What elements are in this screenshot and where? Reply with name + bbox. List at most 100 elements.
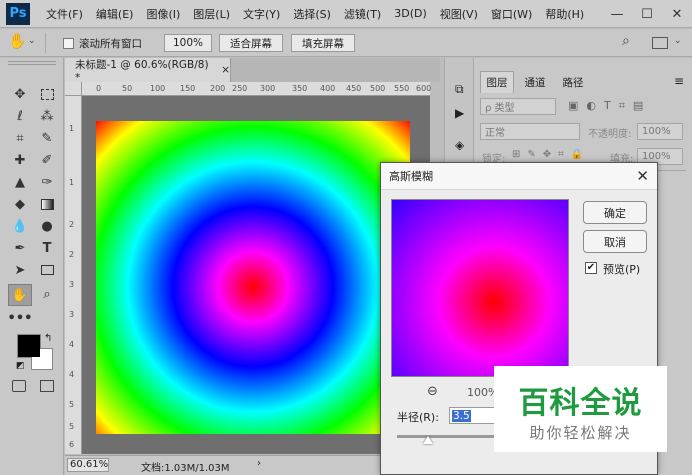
preview-checkbox[interactable]: ✔ (585, 262, 597, 274)
eraser-tool-icon[interactable]: ◆ (9, 194, 31, 214)
menu-edit[interactable]: 编辑(E) (96, 6, 134, 22)
tab-channels[interactable]: 通道 (518, 71, 552, 93)
fill-screen-button[interactable]: 填充屏幕 (291, 34, 355, 52)
ruler-v-tick: 1 (69, 178, 75, 187)
blur-tool-icon[interactable]: 💧 (9, 216, 31, 236)
menu-image[interactable]: 图像(I) (146, 6, 180, 22)
3d-panel-icon[interactable]: ◈ (455, 138, 464, 152)
layer-filter-icons[interactable]: ▣◐T⌗▤ (568, 99, 651, 113)
horizontal-ruler[interactable]: 0 50 100 150 200 250 300 350 400 450 500… (82, 82, 431, 96)
type-tool-icon[interactable]: T (36, 238, 58, 258)
chevron-down-icon[interactable]: ⌄ (28, 36, 36, 46)
radius-input[interactable]: 3.5 (449, 407, 499, 424)
close-icon[interactable]: ✕ (636, 167, 649, 185)
maximize-button[interactable]: ☐ (632, 0, 662, 28)
panel-menu-icon[interactable]: ≡ (674, 74, 684, 88)
magic-wand-tool-icon[interactable]: ⁂ (36, 106, 58, 126)
menu-filter[interactable]: 滤镜(T) (344, 6, 381, 22)
menu-select[interactable]: 选择(S) (293, 6, 331, 22)
tools-panel: ✥ ℓ ⁂ ⌗ ✎ ✚ ✐ ▲ ✑ ◆ 💧 ● ✒ T ➤ ✋ ⌕ ••• ↰ … (0, 58, 64, 475)
quick-mask-icon[interactable] (12, 380, 26, 392)
path-selection-tool-icon[interactable]: ➤ (9, 260, 31, 280)
menu-window[interactable]: 窗口(W) (491, 6, 532, 22)
ruler-v-tick: 5 (69, 400, 75, 409)
zoom-out-icon[interactable]: ⊖ (427, 384, 438, 399)
brush-tool-icon[interactable]: ✐ (36, 150, 58, 170)
default-colors-icon[interactable]: ◩ (16, 361, 25, 371)
watermark-sub-text: 助你轻松解决 (529, 424, 632, 442)
zoom-level-field[interactable]: 60.61% (67, 458, 109, 472)
ruler-v-tick: 3 (69, 310, 75, 319)
workspace-chevron-icon[interactable]: ⌄ (674, 36, 682, 46)
menu-file[interactable]: 文件(F) (46, 6, 83, 22)
move-tool-icon[interactable]: ✥ (9, 84, 31, 104)
history-panel-icon[interactable]: ⧉ (455, 82, 464, 97)
zoom-100-button[interactable]: 100% (164, 34, 212, 52)
menu-3d[interactable]: 3D(D) (394, 7, 427, 20)
marquee-tool-icon[interactable] (36, 84, 58, 104)
pen-tool-icon[interactable]: ✒ (9, 238, 31, 258)
blend-mode-select[interactable]: 正常 (480, 123, 580, 140)
gradient-tool-icon[interactable] (36, 194, 58, 214)
ruler-origin[interactable] (65, 82, 82, 96)
menu-type[interactable]: 文字(Y) (243, 6, 280, 22)
menu-help[interactable]: 帮助(H) (545, 6, 584, 22)
ruler-v-tick: 2 (69, 220, 75, 229)
radius-slider-thumb[interactable] (423, 436, 433, 444)
minimize-button[interactable]: — (602, 0, 632, 28)
ruler-h-tick: 500 (370, 84, 386, 93)
menu-layer[interactable]: 图层(L) (193, 6, 230, 22)
ruler-v-tick: 6 (69, 440, 75, 449)
ruler-h-tick: 250 (232, 84, 248, 93)
hand-tool-icon[interactable]: ✋ (8, 284, 32, 306)
cancel-button[interactable]: 取消 (583, 230, 647, 253)
watermark-logo: 百科全说 助你轻松解决 (494, 366, 667, 452)
dialog-title: 高斯模糊 (389, 170, 433, 183)
scroll-all-windows-checkbox[interactable] (63, 38, 74, 49)
more-tools-icon[interactable]: ••• (8, 308, 33, 328)
ruler-h-tick: 150 (180, 84, 196, 93)
crop-tool-icon[interactable]: ⌗ (9, 128, 31, 148)
opacity-label: 不透明度: (588, 129, 632, 140)
divider (45, 33, 46, 53)
document-tab[interactable]: 未标题-1 @ 60.6%(RGB/8) * × (65, 58, 231, 84)
blur-preview[interactable] (391, 199, 569, 377)
eyedropper-tool-icon[interactable]: ✎ (36, 128, 58, 148)
document-tab-title: 未标题-1 @ 60.6%(RGB/8) * (75, 58, 209, 84)
rectangle-tool-icon[interactable] (36, 260, 58, 280)
close-document-icon[interactable]: × (221, 64, 230, 76)
tab-paths[interactable]: 路径 (556, 71, 590, 93)
fit-screen-button[interactable]: 适合屏幕 (219, 34, 283, 52)
healing-brush-tool-icon[interactable]: ✚ (9, 150, 31, 170)
ruler-v-tick: 1 (69, 124, 75, 133)
lasso-tool-icon[interactable]: ℓ (9, 106, 31, 126)
radius-label: 半径(R): (397, 411, 439, 424)
layer-kind-filter[interactable]: ρ 类型 (480, 98, 556, 115)
dodge-tool-icon[interactable]: ● (36, 216, 58, 236)
hand-tool-preset-icon[interactable]: ✋ (8, 32, 27, 50)
history-brush-tool-icon[interactable]: ✑ (36, 172, 58, 192)
screen-mode-icon[interactable] (40, 380, 54, 392)
workspace-icon[interactable] (652, 37, 668, 49)
opacity-field[interactable]: 100% (637, 123, 683, 140)
ruler-v-tick: 3 (69, 280, 75, 289)
document-canvas[interactable] (96, 121, 410, 434)
vertical-ruler[interactable]: 1 1 2 2 3 3 4 4 5 5 6 (65, 96, 82, 454)
swap-colors-icon[interactable]: ↰ (44, 333, 52, 344)
dialog-titlebar[interactable]: 高斯模糊 (381, 163, 657, 190)
close-window-button[interactable]: ✕ (662, 0, 692, 28)
document-size-info: 文档:1.03M/1.03M (141, 463, 230, 474)
options-bar: ✋ ⌄ 滚动所有窗口 100% 适合屏幕 填充屏幕 ⌕ ⌄ (0, 29, 692, 57)
preview-label: 预览(P) (603, 263, 641, 276)
menu-bar: Ps 文件(F) 编辑(E) 图像(I) 图层(L) 文字(Y) 选择(S) 滤… (0, 0, 692, 28)
clone-stamp-tool-icon[interactable]: ▲ (9, 172, 31, 192)
zoom-tool-icon[interactable]: ⌕ (36, 284, 58, 304)
ok-button[interactable]: 确定 (583, 201, 647, 224)
search-icon[interactable]: ⌕ (622, 33, 630, 49)
panel-grip (8, 61, 56, 65)
menu-view[interactable]: 视图(V) (440, 6, 478, 22)
status-menu-chevron-icon[interactable]: › (257, 458, 261, 469)
tab-layers[interactable]: 图层 (480, 71, 514, 93)
lock-icons[interactable]: ⊞✎✥⌗🔒 (512, 149, 590, 160)
actions-panel-icon[interactable]: ▶ (455, 106, 464, 120)
